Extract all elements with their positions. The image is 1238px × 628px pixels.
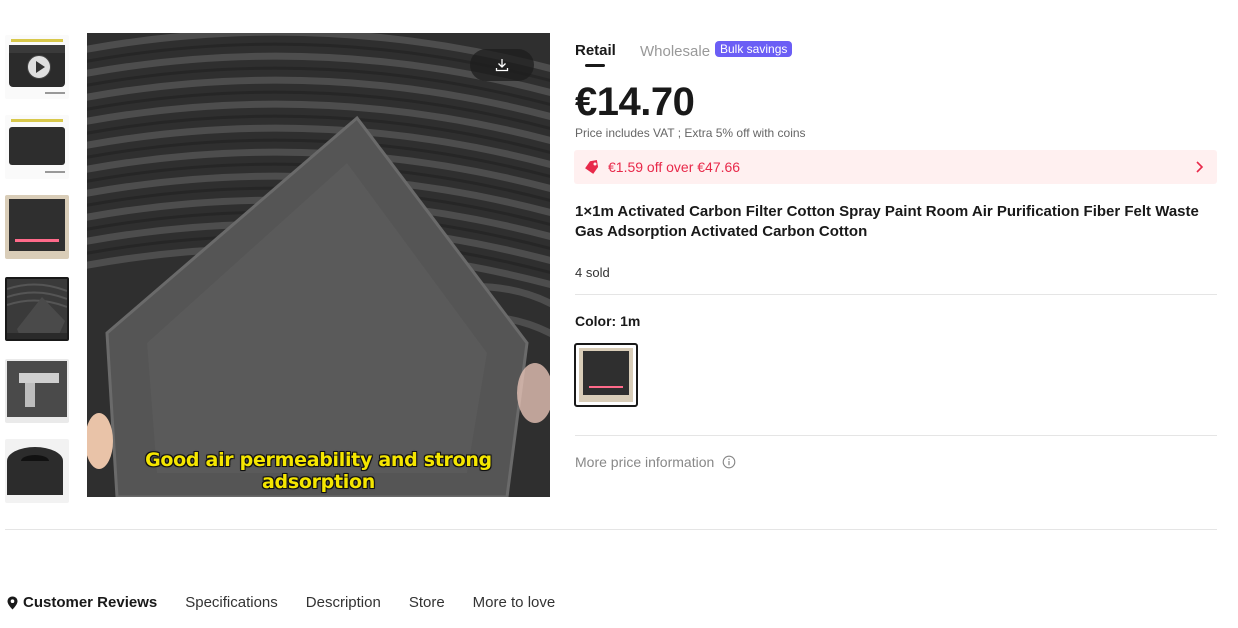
thumbnail-image bbox=[7, 279, 67, 339]
nav-more-to-love[interactable]: More to love bbox=[473, 594, 556, 611]
nav-description[interactable]: Description bbox=[306, 594, 381, 611]
swatch-image bbox=[579, 348, 633, 402]
bulk-savings-badge: Bulk savings bbox=[715, 41, 793, 57]
tab-wholesale[interactable]: Wholesale bbox=[640, 43, 710, 60]
product-info: Retail Wholesale Bulk savings €14.70 Pri… bbox=[574, 40, 1217, 470]
divider bbox=[575, 435, 1217, 436]
nav-customer-reviews[interactable]: Customer Reviews bbox=[7, 594, 157, 611]
thumbnail-video[interactable] bbox=[5, 35, 69, 99]
play-icon bbox=[27, 55, 51, 79]
main-product-image[interactable]: Good air permeability and strong adsorpt… bbox=[87, 33, 550, 497]
divider bbox=[575, 294, 1217, 295]
chevron-right-icon bbox=[1196, 161, 1204, 173]
thumbnail-size[interactable] bbox=[5, 195, 69, 259]
thumbnail-image bbox=[5, 115, 69, 179]
nav-label: Customer Reviews bbox=[23, 594, 158, 611]
more-price-info-label: More price information bbox=[575, 454, 715, 470]
tag-icon bbox=[585, 160, 599, 174]
coupon-banner[interactable]: €1.59 off over €47.66 bbox=[574, 150, 1217, 184]
color-label: Color: 1m bbox=[575, 313, 641, 329]
thumbnail-image bbox=[5, 439, 69, 503]
thumbnail-image bbox=[5, 195, 69, 259]
tab-retail[interactable]: Retail bbox=[575, 42, 616, 59]
thumbnail-product[interactable] bbox=[5, 115, 69, 179]
thumbnail-image bbox=[5, 359, 69, 423]
product-photo bbox=[87, 33, 550, 497]
section-nav: Customer Reviews Specifications Descript… bbox=[7, 594, 583, 611]
more-price-info-link[interactable]: More price information bbox=[575, 454, 736, 470]
thumbnail-closeup[interactable] bbox=[5, 277, 69, 341]
info-icon[interactable] bbox=[722, 455, 736, 469]
location-pin-icon bbox=[7, 596, 18, 609]
coupon-text: €1.59 off over €47.66 bbox=[608, 159, 741, 175]
download-button[interactable] bbox=[470, 49, 534, 81]
price-tabs: Retail Wholesale Bulk savings bbox=[575, 40, 1217, 68]
nav-store[interactable]: Store bbox=[409, 594, 445, 611]
thumbnail-thickness[interactable] bbox=[5, 359, 69, 423]
page-divider bbox=[5, 529, 1217, 530]
image-caption: Good air permeability and strong adsorpt… bbox=[145, 449, 492, 493]
product-title: 1×1m Activated Carbon Filter Cotton Spra… bbox=[575, 203, 1199, 240]
sold-count: 4 sold bbox=[575, 265, 610, 280]
product-price: €14.70 bbox=[575, 80, 695, 124]
tab-active-indicator bbox=[585, 64, 605, 67]
download-icon bbox=[495, 59, 509, 72]
thumbnail-roll[interactable] bbox=[5, 439, 69, 503]
color-option-1m[interactable] bbox=[574, 343, 638, 407]
vat-note: Price includes VAT ; Extra 5% off with c… bbox=[575, 126, 806, 140]
nav-specifications[interactable]: Specifications bbox=[185, 594, 278, 611]
